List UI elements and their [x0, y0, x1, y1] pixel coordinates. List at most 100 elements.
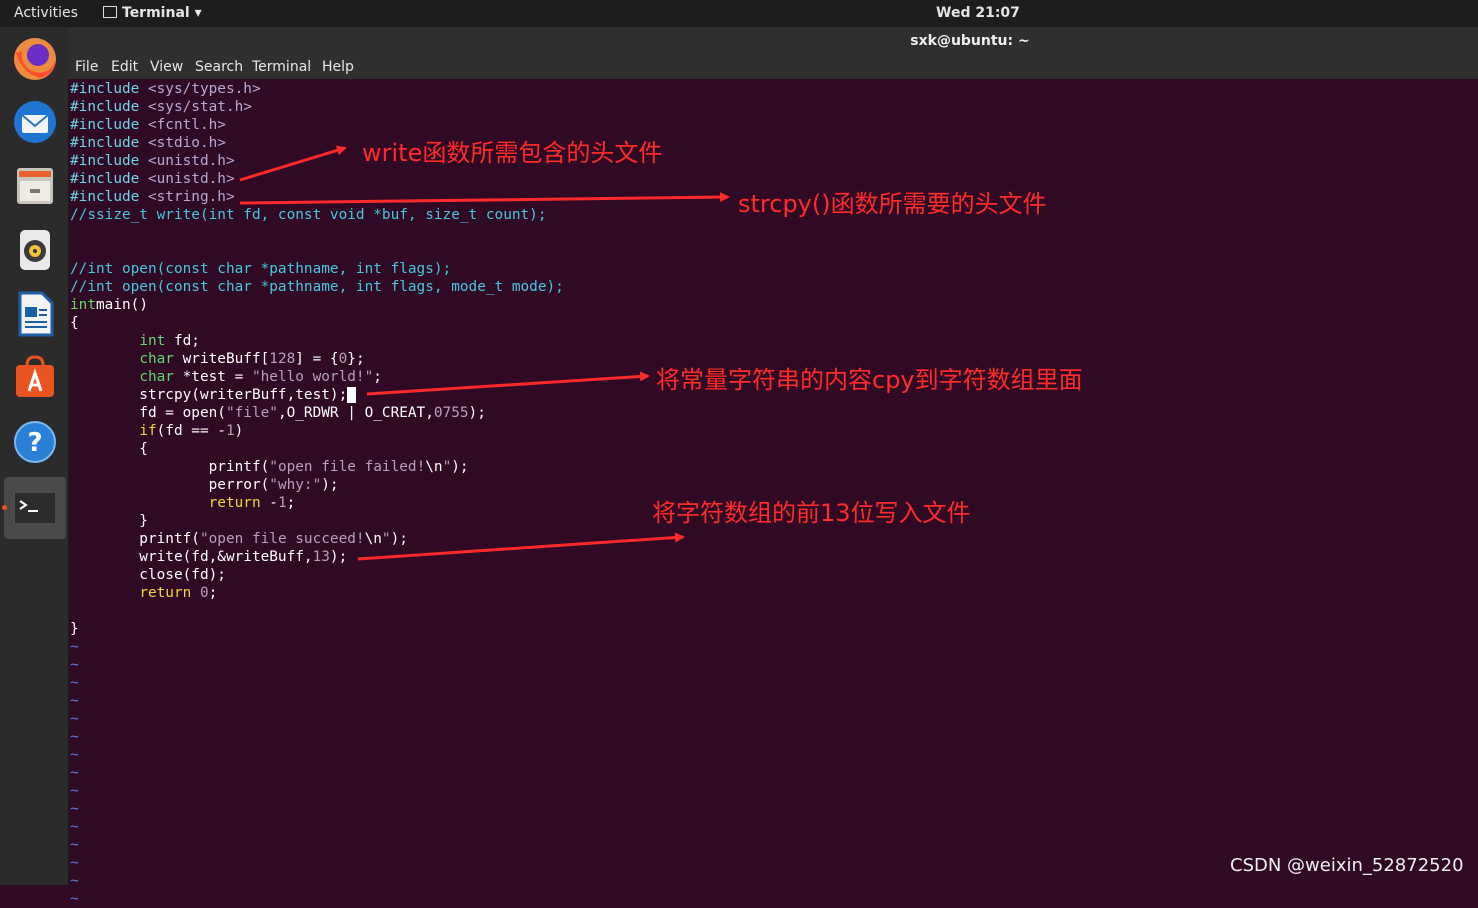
code-line: char *test = "hello world!"; [70, 368, 382, 386]
dock: ? [0, 27, 69, 885]
terminal-icon [13, 491, 57, 525]
code-token: ); [329, 549, 348, 565]
code-token: " [381, 531, 391, 547]
code-token: 0 [199, 585, 209, 601]
dock-item-terminal[interactable] [4, 477, 66, 539]
code-token: " [442, 459, 452, 475]
files-icon [17, 168, 53, 204]
code-token: <unistd.h> [147, 171, 235, 187]
code-line: perror("why:"); [70, 476, 339, 494]
code-token: "why:" [269, 477, 322, 493]
code-line: //ssize_t write(int fd, const void *buf,… [70, 206, 547, 224]
code-line: if(fd == -1) [70, 422, 243, 440]
code-token: \n [425, 459, 443, 475]
code-token: printf( [70, 531, 200, 547]
empty-line-tilde: ~ [70, 729, 79, 745]
code-token: <sys/types.h> [147, 81, 261, 97]
empty-line-tilde: ~ [70, 891, 79, 907]
code-line: printf("open file failed!\n"); [70, 458, 469, 476]
code-token: writeBuff[ [173, 351, 270, 367]
dock-item-help[interactable]: ? [8, 415, 62, 469]
empty-line-tilde: ~ [70, 693, 79, 709]
dock-item-files[interactable] [8, 159, 62, 213]
rhythmbox-icon [20, 230, 50, 270]
dock-item-firefox[interactable] [8, 31, 62, 85]
code-token: //ssize_t write(int fd, const void *buf,… [70, 207, 547, 223]
code-token: <string.h> [147, 189, 235, 205]
code-line: #include <fcntl.h> [70, 116, 226, 134]
menu-help[interactable]: Help [322, 59, 354, 75]
code-token: char [139, 351, 174, 367]
code-line: #include <stdio.h> [70, 134, 226, 152]
code-token: #include [70, 81, 148, 97]
code-line: close(fd); [70, 566, 226, 584]
menu-view[interactable]: View [150, 59, 183, 75]
code-token: { [70, 315, 79, 331]
empty-line-tilde: ~ [70, 819, 79, 835]
code-line: return -1; [70, 494, 296, 512]
code-line: int fd; [70, 332, 200, 350]
code-token: - [260, 495, 278, 511]
code-token: ); [468, 405, 486, 421]
empty-line-tilde: ~ [70, 855, 79, 871]
code-token: { [70, 441, 148, 457]
app-menu[interactable]: Terminal ▾ [103, 5, 202, 21]
code-token: ; [286, 495, 296, 511]
code-token: ; [208, 585, 218, 601]
code-token: write(fd,&writeBuff, [70, 549, 313, 565]
menu-edit[interactable]: Edit [111, 59, 138, 75]
text-cursor [347, 387, 356, 403]
code-token: int [70, 297, 96, 313]
code-line: { [70, 314, 79, 332]
code-token: ); [390, 531, 408, 547]
code-token: 128 [269, 351, 296, 367]
code-token: main() [96, 297, 148, 313]
dock-item-software[interactable] [8, 351, 62, 405]
window-titlebar[interactable]: sxk@ubuntu: ~ [68, 27, 1478, 57]
menu-search[interactable]: Search [195, 59, 243, 75]
menu-terminal[interactable]: Terminal [252, 59, 311, 75]
dock-item-thunderbird[interactable] [8, 95, 62, 149]
code-line: //int open(const char *pathname, int fla… [70, 260, 451, 278]
annotation-write-13: 将字符数组的前13位写入文件 [652, 499, 971, 527]
thunderbird-icon [14, 101, 56, 143]
running-indicator [2, 505, 7, 510]
code-token: ; [373, 369, 382, 385]
code-token: 13 [312, 549, 330, 565]
annotation-write-headers: write函数所需包含的头文件 [362, 139, 663, 167]
clock[interactable]: Wed 21:07 [936, 5, 1020, 21]
libreoffice-writer-icon [18, 291, 54, 337]
code-token: <stdio.h> [147, 135, 226, 151]
dock-item-rhythmbox[interactable] [8, 223, 62, 277]
menu-file[interactable]: File [75, 59, 98, 75]
code-token: <unistd.h> [147, 153, 235, 169]
code-token: char [139, 369, 174, 385]
menu-bar: File Edit View Search Terminal Help [68, 57, 1478, 79]
empty-line-tilde: ~ [70, 711, 79, 727]
code-token: #include [70, 153, 148, 169]
code-token: printf( [70, 459, 270, 475]
code-token: #include [70, 189, 148, 205]
code-token: ); [451, 459, 469, 475]
code-line: { [70, 440, 148, 458]
code-line: strcpy(writerBuff,test); [70, 386, 356, 404]
code-line: } [70, 620, 79, 638]
code-token: //int open(const char *pathname, int fla… [70, 279, 564, 295]
code-line: char writeBuff[128] = {0}; [70, 350, 364, 368]
code-token: "open file succeed! [199, 531, 365, 547]
code-token: <fcntl.h> [147, 117, 226, 133]
dock-item-writer[interactable] [8, 287, 62, 341]
annotation-strcpy-header: strcpy()函数所需要的头文件 [738, 190, 1047, 218]
code-token: #include [70, 171, 148, 187]
empty-line-tilde: ~ [70, 837, 79, 853]
terminal-small-icon [103, 6, 117, 18]
code-line: intmain() [70, 296, 148, 314]
activities-button[interactable]: Activities [14, 5, 78, 21]
code-token: int [139, 333, 166, 349]
code-token: return [208, 495, 261, 511]
code-line: } [70, 512, 148, 530]
